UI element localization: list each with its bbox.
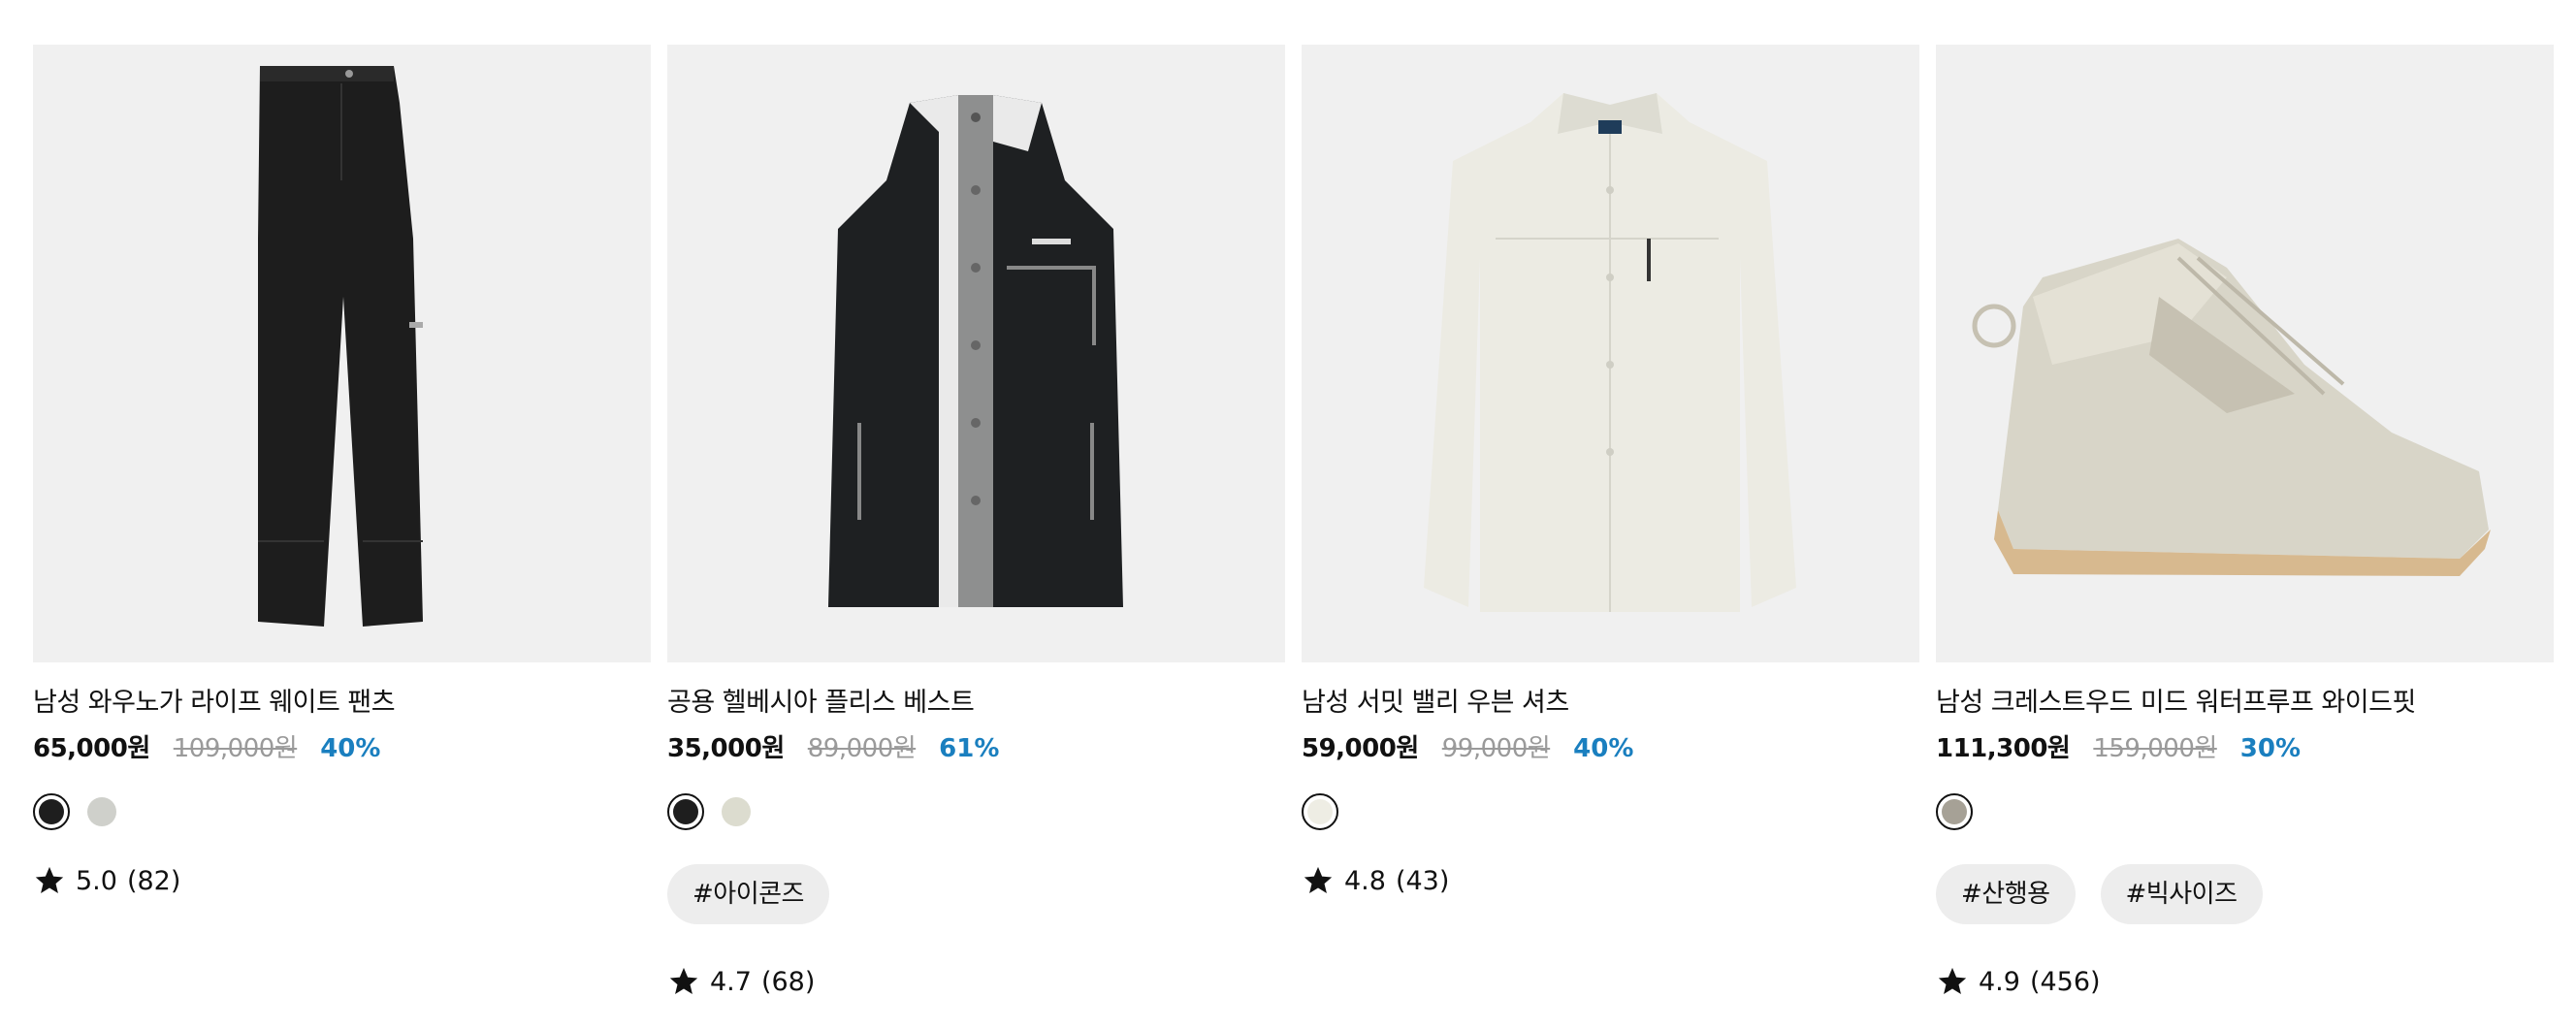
color-swatch-black[interactable] [667,793,704,830]
tag-list: #산행용 #빅사이즈 [1936,864,2554,924]
product-image[interactable] [667,45,1285,662]
discount-rate: 40% [320,734,381,763]
price-row: 59,000원 99,000원 40% [1302,730,1919,767]
hashtag[interactable]: #빅사이즈 [2100,864,2263,924]
rating: 4.7 (68) [667,965,1285,998]
product-image[interactable] [1936,45,2554,662]
sale-price: 111,300원 [1936,734,2071,763]
color-swatches [1936,792,2554,831]
color-swatches [667,792,1285,831]
price-row: 35,000원 89,000원 61% [667,730,1285,767]
rating-score: 4.8 [1344,865,1386,896]
star-icon [1938,967,1967,995]
rating-score: 5.0 [76,865,117,896]
original-price: 99,000원 [1441,734,1551,763]
color-swatch-taupe[interactable] [1936,793,1973,830]
color-swatch-black[interactable] [33,793,70,830]
rating: 4.9 (456) [1936,965,2554,998]
product-image[interactable] [33,45,651,662]
color-swatch-ivory[interactable] [1302,793,1338,830]
star-icon [35,866,64,894]
review-count: (43) [1395,865,1450,896]
product-card[interactable]: 남성 서밋 밸리 우븐 셔츠 59,000원 99,000원 40% 4.8 (… [1302,45,1919,998]
color-swatch-beige[interactable] [718,793,755,830]
product-card[interactable]: 남성 크레스트우드 미드 워터프루프 와이드핏 111,300원 159,000… [1936,45,2554,998]
review-count: (82) [126,865,181,896]
star-icon [1304,866,1333,894]
original-price: 109,000원 [173,734,298,763]
hashtag[interactable]: #아이콘즈 [667,864,829,924]
sale-price: 35,000원 [667,734,785,763]
discount-rate: 61% [939,734,1000,763]
product-grid: 남성 와우노가 라이프 웨이트 팬츠 65,000원 109,000원 40% … [33,45,2554,998]
product-image[interactable] [1302,45,1919,662]
rating-score: 4.7 [710,966,752,997]
fleece-vest-image [828,95,1123,607]
original-price: 159,000원 [2093,734,2217,763]
star-icon [669,967,698,995]
color-swatch-gray[interactable] [83,793,120,830]
product-name[interactable]: 공용 헬베시아 플리스 베스트 [667,684,1285,723]
price-row: 111,300원 159,000원 30% [1936,730,2554,767]
rating: 5.0 (82) [33,864,651,897]
color-swatches [1302,792,1919,831]
shirt-image [1424,93,1796,612]
tag-list: #아이콘즈 [667,864,1285,924]
product-name[interactable]: 남성 서밋 밸리 우븐 셔츠 [1302,684,1919,723]
original-price: 89,000원 [807,734,917,763]
product-name[interactable]: 남성 크레스트우드 미드 워터프루프 와이드핏 [1936,684,2554,723]
rating: 4.8 (43) [1302,864,1919,897]
hiking-boot-image [1972,239,2491,576]
review-count: (68) [760,966,816,997]
color-swatches [33,792,651,831]
rating-score: 4.9 [1979,966,2020,997]
review-count: (456) [2029,966,2101,997]
hashtag[interactable]: #산행용 [1936,864,2076,924]
pants-image [258,66,423,627]
product-name[interactable]: 남성 와우노가 라이프 웨이트 팬츠 [33,684,651,723]
product-card[interactable]: 남성 와우노가 라이프 웨이트 팬츠 65,000원 109,000원 40% … [33,45,651,998]
sale-price: 59,000원 [1302,734,1419,763]
price-row: 65,000원 109,000원 40% [33,730,651,767]
discount-rate: 30% [2239,734,2302,763]
product-card[interactable]: 공용 헬베시아 플리스 베스트 35,000원 89,000원 61% #아이콘… [667,45,1285,998]
discount-rate: 40% [1573,734,1634,763]
sale-price: 65,000원 [33,734,150,763]
